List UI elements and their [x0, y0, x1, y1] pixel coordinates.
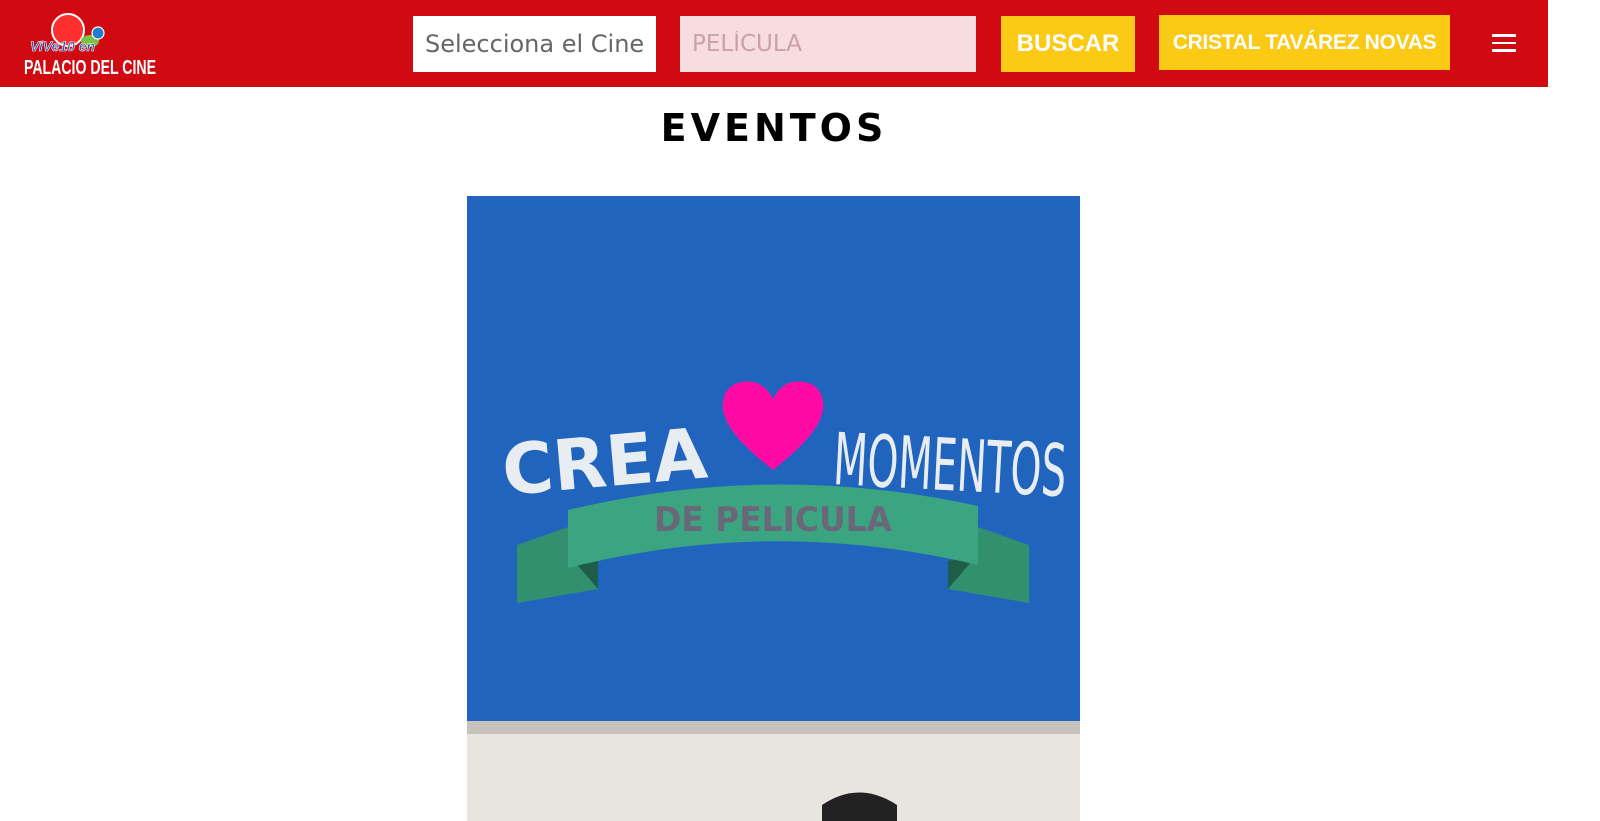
banner-ribbon-text: DE PELICULA: [654, 500, 893, 540]
user-account-button[interactable]: CRISTAL TAVÁREZ NOVAS: [1159, 15, 1450, 70]
logo-line1: ViVe10 en: [30, 38, 95, 54]
event-banner-graphic: DE PELICULA CREA MOMENTOS: [467, 196, 1080, 821]
menu-line: [1492, 34, 1516, 37]
menu-line: [1492, 49, 1516, 52]
search-button[interactable]: BUSCAR: [1001, 16, 1135, 72]
logo-graphic: ViVe10 en PALACIO DEL CINE: [24, 13, 156, 78]
palacio-del-cine-logo[interactable]: ViVe10 en PALACIO DEL CINE: [22, 12, 158, 78]
hamburger-menu-icon[interactable]: [1492, 34, 1516, 52]
banner-word-momentos: MOMENTOS: [831, 417, 1068, 513]
movie-search-input[interactable]: [680, 16, 976, 72]
cinema-select[interactable]: Selecciona el Cine: [413, 16, 656, 72]
top-header: ViVe10 en PALACIO DEL CINE Selecciona el…: [0, 0, 1548, 87]
event-banner-crea-momentos[interactable]: DE PELICULA CREA MOMENTOS: [467, 196, 1080, 821]
menu-line: [1492, 41, 1516, 44]
page-title: EVENTOS: [660, 106, 888, 150]
cinema-select-value: Selecciona el Cine: [425, 30, 645, 58]
logo-line2: PALACIO DEL CINE: [24, 57, 156, 78]
